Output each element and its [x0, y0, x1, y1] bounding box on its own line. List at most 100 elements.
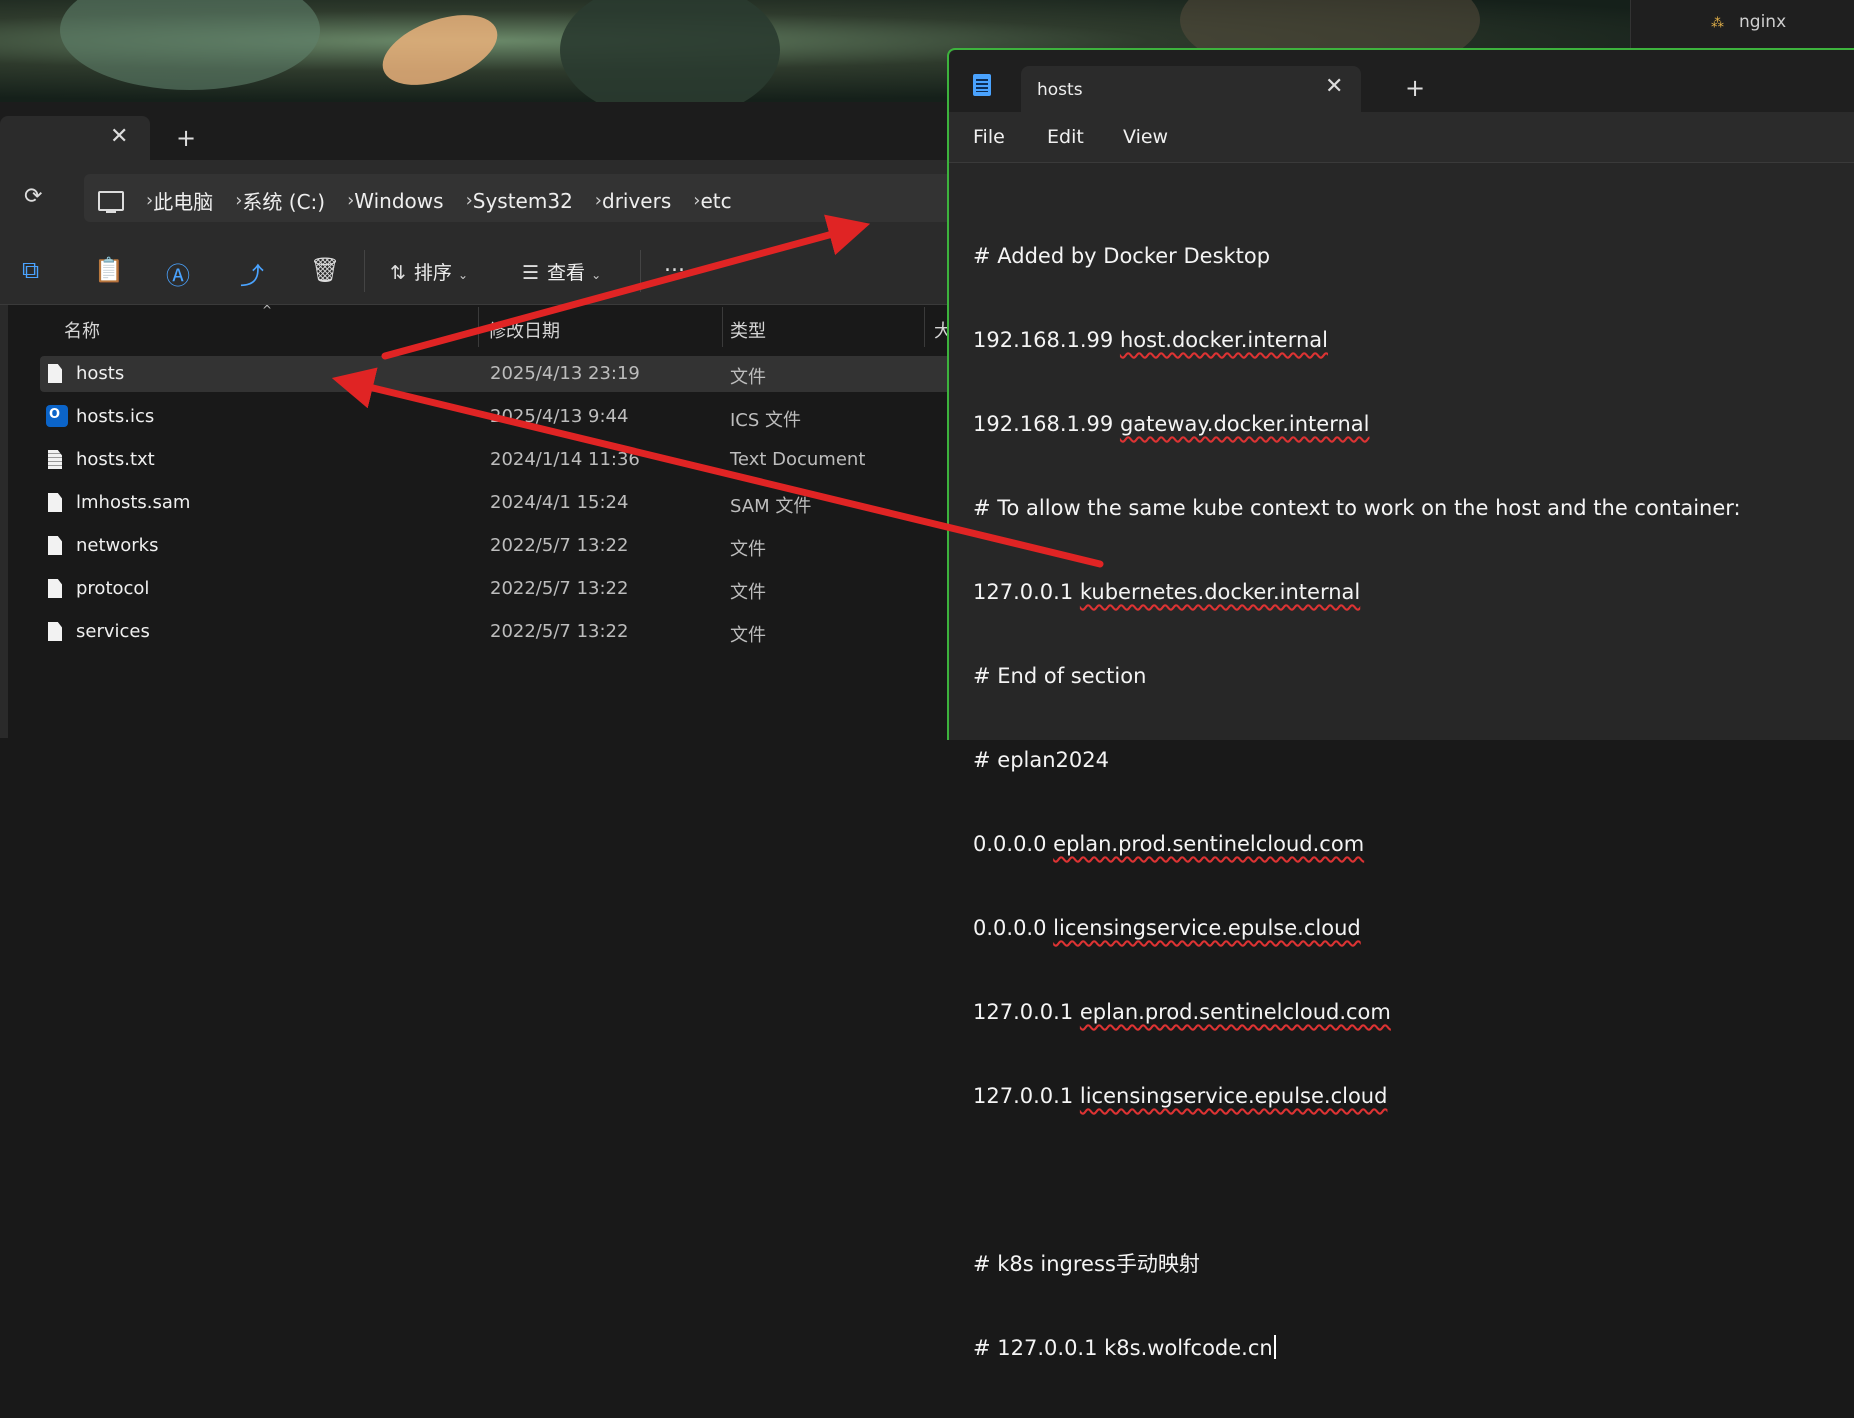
- chevron-right-icon[interactable]: ›: [595, 190, 602, 211]
- text-editor[interactable]: # Added by Docker Desktop 192.168.1.99 h…: [973, 186, 1843, 1418]
- refresh-icon[interactable]: ⟳: [24, 184, 42, 209]
- file-type: ICS 文件: [730, 410, 802, 431]
- chevron-right-icon[interactable]: ›: [466, 190, 473, 211]
- breadcrumb-this-pc[interactable]: 此电脑: [153, 186, 213, 215]
- text-line-last: # 127.0.0.1 k8s.wolfcode.cn: [973, 1334, 1843, 1362]
- column-divider[interactable]: [478, 307, 479, 347]
- file-type: 文件: [730, 582, 766, 603]
- menu-file[interactable]: File: [973, 126, 1005, 148]
- chevron-right-icon[interactable]: ›: [347, 190, 354, 211]
- view-label: 查看: [547, 262, 586, 284]
- navigation-pane: [0, 305, 8, 738]
- text-line: 127.0.0.1 eplan.prod.sentinelcloud.com: [973, 1000, 1391, 1024]
- share-icon[interactable]: ⤴: [240, 256, 264, 291]
- menu-view[interactable]: View: [1123, 126, 1168, 148]
- file-icon: [48, 622, 62, 641]
- file-date: 2022/5/7 13:22: [490, 578, 629, 599]
- rename-icon[interactable]: Ⓐ: [166, 256, 190, 291]
- text-line: # k8s ingress手动映射: [973, 1252, 1200, 1276]
- file-type: 文件: [730, 625, 766, 646]
- copy-icon[interactable]: ⧉: [22, 256, 39, 284]
- file-name: services: [76, 621, 150, 642]
- file-icon: [48, 493, 62, 512]
- notepad-tab-hosts[interactable]: hosts ✕: [1021, 66, 1361, 112]
- file-date: 2024/1/14 11:36: [490, 449, 640, 470]
- file-name: protocol: [76, 578, 150, 599]
- breadcrumb-drivers[interactable]: drivers: [602, 189, 671, 213]
- file-name: hosts: [76, 363, 125, 384]
- background-window: ⁂ nginx: [1630, 0, 1854, 50]
- breadcrumb-c-drive[interactable]: 系统 (C:): [242, 186, 325, 215]
- menu-edit[interactable]: Edit: [1047, 126, 1084, 148]
- column-divider[interactable]: [924, 307, 925, 347]
- outlook-icon: [46, 405, 68, 427]
- new-tab-icon[interactable]: +: [1405, 74, 1425, 102]
- notepad-tab-bar: hosts ✕ +: [949, 50, 1854, 112]
- file-name: lmhosts.sam: [76, 492, 191, 513]
- chevron-down-icon: ⌄: [457, 268, 468, 282]
- nginx-item[interactable]: nginx: [1739, 12, 1786, 32]
- command-bar: ⧉ 📋 Ⓐ ⤴ 🗑 ⇅ 排序 ⌄ ☰ 查看 ⌄ ...: [0, 236, 960, 305]
- text-line: 192.168.1.99 gateway.docker.internal: [973, 412, 1370, 436]
- view-icon: ☰: [522, 262, 540, 284]
- file-icon: [48, 579, 62, 598]
- view-button[interactable]: ☰ 查看 ⌄: [522, 258, 601, 285]
- more-options-button[interactable]: ...: [664, 252, 685, 277]
- chevron-right-icon[interactable]: ›: [146, 190, 153, 211]
- toolbar-divider: [640, 250, 641, 292]
- file-date: 2022/5/7 13:22: [490, 621, 629, 642]
- text-line: 0.0.0.0 licensingservice.epulse.cloud: [973, 916, 1361, 940]
- file-row[interactable]: services 2022/5/7 13:22 文件: [40, 614, 960, 650]
- nginx-folder-icon: ⁂: [1711, 16, 1724, 31]
- text-line: [973, 1166, 1843, 1194]
- breadcrumb: › 此电脑 › 系统 (C:) › Windows › System32 › d…: [98, 186, 732, 215]
- column-header-type[interactable]: 类型: [730, 317, 766, 343]
- file-date: 2025/4/13 9:44: [490, 406, 629, 427]
- text-cursor: [1273, 1335, 1276, 1359]
- sort-ascending-icon: ^: [262, 303, 273, 317]
- close-tab-icon[interactable]: ✕: [1325, 74, 1343, 99]
- breadcrumb-windows[interactable]: Windows: [354, 189, 443, 213]
- file-row[interactable]: hosts.ics 2025/4/13 9:44 ICS 文件: [40, 399, 960, 435]
- paste-icon[interactable]: 📋: [94, 256, 124, 284]
- file-explorer-window: ✕ + ⟳ › 此电脑 › 系统 (C:) › Windows › System…: [0, 102, 960, 738]
- chevron-right-icon[interactable]: ›: [235, 190, 242, 211]
- tab-title: hosts: [1037, 80, 1083, 100]
- column-header-date[interactable]: 修改日期: [488, 317, 560, 343]
- file-type: SAM 文件: [730, 496, 812, 517]
- explorer-tab[interactable]: ✕: [0, 116, 150, 160]
- column-divider[interactable]: [722, 307, 723, 347]
- file-date: 2025/4/13 23:19: [490, 363, 640, 384]
- column-header-name[interactable]: 名称: [64, 317, 100, 343]
- new-tab-icon[interactable]: +: [176, 124, 196, 152]
- address-bar[interactable]: › 此电脑 › 系统 (C:) › Windows › System32 › d…: [84, 174, 960, 222]
- sort-button[interactable]: ⇅ 排序 ⌄: [390, 258, 468, 285]
- file-row[interactable]: hosts.txt 2024/1/14 11:36 Text Document: [40, 442, 960, 478]
- notepad-window: hosts ✕ + File Edit View # Added by Dock…: [947, 48, 1854, 1360]
- file-name: hosts.txt: [76, 449, 155, 470]
- text-line: 192.168.1.99 host.docker.internal: [973, 328, 1328, 352]
- text-line: # End of section: [973, 664, 1147, 688]
- file-row-hosts[interactable]: hosts 2025/4/13 23:19 文件: [40, 356, 960, 392]
- chevron-right-icon[interactable]: ›: [693, 190, 700, 211]
- breadcrumb-etc[interactable]: etc: [700, 189, 731, 213]
- text-line: 127.0.0.1 kubernetes.docker.internal: [973, 580, 1361, 604]
- file-list-pane: 名称 ^ 修改日期 类型 大 hosts 2025/4/13 23:19 文件 …: [0, 303, 960, 738]
- text-line: 127.0.0.1 licensingservice.epulse.cloud: [973, 1084, 1388, 1108]
- toolbar-divider: [364, 250, 365, 292]
- file-icon: [48, 536, 62, 555]
- delete-icon[interactable]: 🗑: [310, 256, 340, 284]
- file-date: 2024/4/1 15:24: [490, 492, 629, 513]
- file-name: hosts.ics: [76, 406, 155, 427]
- text-line: # eplan2024: [973, 748, 1109, 772]
- this-pc-icon[interactable]: [98, 190, 124, 213]
- close-tab-icon[interactable]: ✕: [110, 124, 128, 149]
- file-row[interactable]: networks 2022/5/7 13:22 文件: [40, 528, 960, 564]
- file-row[interactable]: lmhosts.sam 2024/4/1 15:24 SAM 文件: [40, 485, 960, 521]
- file-row[interactable]: protocol 2022/5/7 13:22 文件: [40, 571, 960, 607]
- file-date: 2022/5/7 13:22: [490, 535, 629, 556]
- breadcrumb-system32[interactable]: System32: [473, 189, 573, 213]
- notepad-icon: [973, 74, 991, 96]
- file-type: Text Document: [730, 449, 866, 470]
- text-line: 0.0.0.0 eplan.prod.sentinelcloud.com: [973, 832, 1365, 856]
